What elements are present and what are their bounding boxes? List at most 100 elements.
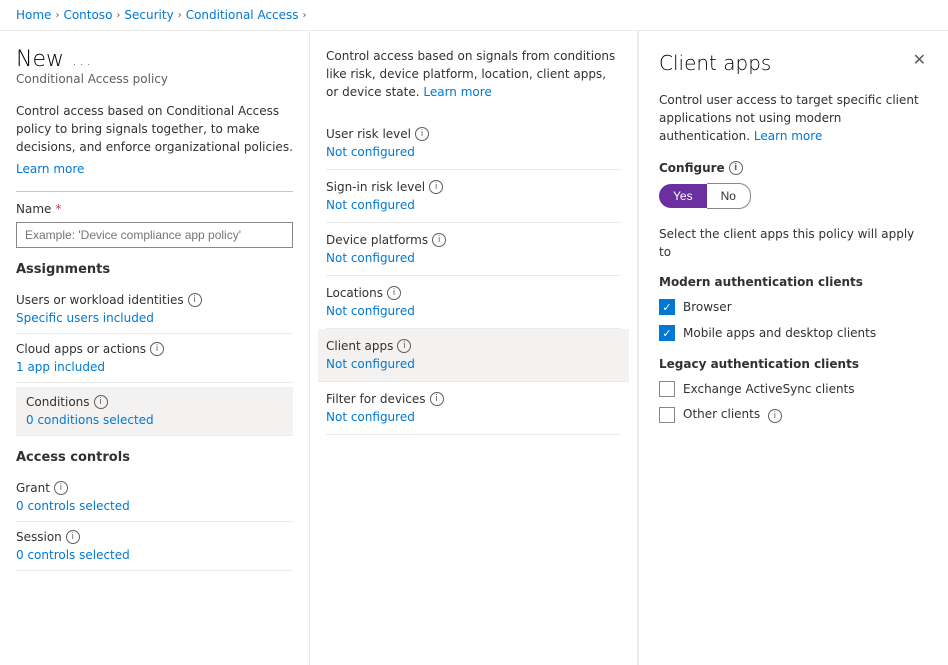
modern-auth-list: Browser Mobile apps and desktop clients	[659, 299, 928, 341]
access-controls-section: Access controls Grant i 0 controls selec…	[16, 450, 293, 571]
condition-row-3[interactable]: Locations i Not configured	[326, 276, 621, 329]
configure-toggle: Yes No	[659, 183, 928, 209]
bc-sep-1: ›	[55, 10, 59, 21]
condition-label-3: Locations i	[326, 286, 621, 300]
breadcrumb: Home › Contoso › Security › Conditional …	[0, 0, 948, 31]
flyout-close-button[interactable]: ✕	[911, 51, 928, 71]
legacy-checkbox-item-1: Other clients i	[659, 407, 928, 423]
conditions-value[interactable]: 0 conditions selected	[26, 413, 283, 427]
legacy-auth-title: Legacy authentication clients	[659, 357, 928, 371]
condition-label-2: Device platforms i	[326, 233, 621, 247]
legacy-checkbox-0[interactable]	[659, 381, 675, 397]
assignments-label: Assignments	[16, 262, 293, 277]
condition-value-0: Not configured	[326, 145, 621, 159]
name-label-text: Name	[16, 202, 51, 216]
breadcrumb-contoso[interactable]: Contoso	[63, 8, 112, 22]
middle-description: Control access based on signals from con…	[326, 47, 621, 101]
condition-label-1: Sign-in risk level i	[326, 180, 621, 194]
left-description: Control access based on Conditional Acce…	[16, 102, 293, 156]
condition-row-4[interactable]: Client apps i Not configured	[318, 329, 629, 382]
users-info-icon[interactable]: i	[188, 293, 202, 307]
flyout-learn-more[interactable]: Learn more	[754, 129, 822, 143]
grant-label: Grant i	[16, 481, 293, 495]
configure-info-icon[interactable]: i	[729, 161, 743, 175]
cloud-apps-label: Cloud apps or actions i	[16, 342, 293, 356]
access-controls-label: Access controls	[16, 450, 293, 465]
condition-value-2: Not configured	[326, 251, 621, 265]
condition-info-icon-0[interactable]: i	[415, 127, 429, 141]
modern-checkbox-item-1: Mobile apps and desktop clients	[659, 325, 928, 341]
legacy-checkbox-1[interactable]	[659, 407, 675, 423]
condition-info-icon-4[interactable]: i	[397, 339, 411, 353]
bc-sep-4: ›	[303, 10, 307, 21]
condition-info-icon-5[interactable]: i	[430, 392, 444, 406]
condition-info-icon-2[interactable]: i	[432, 233, 446, 247]
bc-sep-3: ›	[178, 10, 182, 21]
condition-value-1: Not configured	[326, 198, 621, 212]
session-info-icon[interactable]: i	[66, 530, 80, 544]
condition-info-icon-3[interactable]: i	[387, 286, 401, 300]
users-assignment-item: Users or workload identities i Specific …	[16, 285, 293, 334]
breadcrumb-conditional-access[interactable]: Conditional Access	[186, 8, 299, 22]
session-item: Session i 0 controls selected	[16, 522, 293, 571]
main-container: New ... Conditional Access policy Contro…	[0, 31, 948, 665]
modern-checkbox-0[interactable]	[659, 299, 675, 315]
bc-sep-2: ›	[116, 10, 120, 21]
condition-row-2[interactable]: Device platforms i Not configured	[326, 223, 621, 276]
modern-checkbox-1[interactable]	[659, 325, 675, 341]
conditions-list: User risk level i Not configured Sign-in…	[326, 117, 621, 435]
modern-checkbox-item-0: Browser	[659, 299, 928, 315]
legacy-checkbox-label-1: Other clients i	[683, 407, 782, 423]
breadcrumb-home[interactable]: Home	[16, 8, 51, 22]
toggle-yes-button[interactable]: Yes	[659, 184, 707, 208]
flyout-header: Client apps ✕	[659, 51, 928, 75]
condition-label-5: Filter for devices i	[326, 392, 621, 406]
middle-panel: Control access based on signals from con…	[310, 31, 638, 665]
breadcrumb-security[interactable]: Security	[124, 8, 173, 22]
legacy-auth-section: Legacy authentication clients Exchange A…	[659, 357, 928, 423]
toggle-no-button[interactable]: No	[707, 183, 751, 209]
left-panel: New ... Conditional Access policy Contro…	[0, 31, 310, 665]
conditions-label: Conditions i	[26, 395, 283, 409]
cloud-apps-info-icon[interactable]: i	[150, 342, 164, 356]
users-value[interactable]: Specific users included	[16, 311, 293, 325]
grant-value[interactable]: 0 controls selected	[16, 499, 293, 513]
condition-label-4: Client apps i	[326, 339, 621, 353]
modern-checkbox-label-0: Browser	[683, 300, 732, 314]
name-field-label: Name *	[16, 202, 293, 216]
cloud-apps-value[interactable]: 1 app included	[16, 360, 293, 374]
condition-info-icon-1[interactable]: i	[429, 180, 443, 194]
condition-row-1[interactable]: Sign-in risk level i Not configured	[326, 170, 621, 223]
name-input[interactable]	[16, 222, 293, 248]
users-label: Users or workload identities i	[16, 293, 293, 307]
condition-row-0[interactable]: User risk level i Not configured	[326, 117, 621, 170]
page-title: New	[16, 47, 64, 72]
client-apps-flyout: Client apps ✕ Control user access to tar…	[638, 31, 948, 665]
page-subtitle: Conditional Access policy	[16, 72, 293, 86]
required-star: *	[55, 202, 61, 216]
cloud-apps-assignment-item: Cloud apps or actions i 1 app included	[16, 334, 293, 383]
legacy-checkbox-label-0: Exchange ActiveSync clients	[683, 382, 855, 396]
session-label: Session i	[16, 530, 293, 544]
other-clients-info-icon[interactable]: i	[768, 409, 782, 423]
condition-value-3: Not configured	[326, 304, 621, 318]
divider-1	[16, 191, 293, 192]
middle-learn-more[interactable]: Learn more	[423, 85, 491, 99]
modern-checkbox-label-1: Mobile apps and desktop clients	[683, 326, 876, 340]
page-title-dots: ...	[72, 50, 93, 69]
conditions-block[interactable]: Conditions i 0 conditions selected	[16, 387, 293, 436]
condition-row-5[interactable]: Filter for devices i Not configured	[326, 382, 621, 435]
page-title-area: New ...	[16, 47, 293, 72]
flyout-description: Control user access to target specific c…	[659, 91, 928, 145]
assignments-section: Assignments Users or workload identities…	[16, 262, 293, 436]
flyout-title: Client apps	[659, 51, 771, 75]
grant-info-icon[interactable]: i	[54, 481, 68, 495]
condition-label-0: User risk level i	[326, 127, 621, 141]
left-learn-more[interactable]: Learn more	[16, 162, 84, 176]
legacy-auth-list: Exchange ActiveSync clients Other client…	[659, 381, 928, 423]
select-apps-label: Select the client apps this policy will …	[659, 225, 928, 261]
session-value[interactable]: 0 controls selected	[16, 548, 293, 562]
conditions-info-icon[interactable]: i	[94, 395, 108, 409]
legacy-checkbox-item-0: Exchange ActiveSync clients	[659, 381, 928, 397]
condition-value-4: Not configured	[326, 357, 621, 371]
